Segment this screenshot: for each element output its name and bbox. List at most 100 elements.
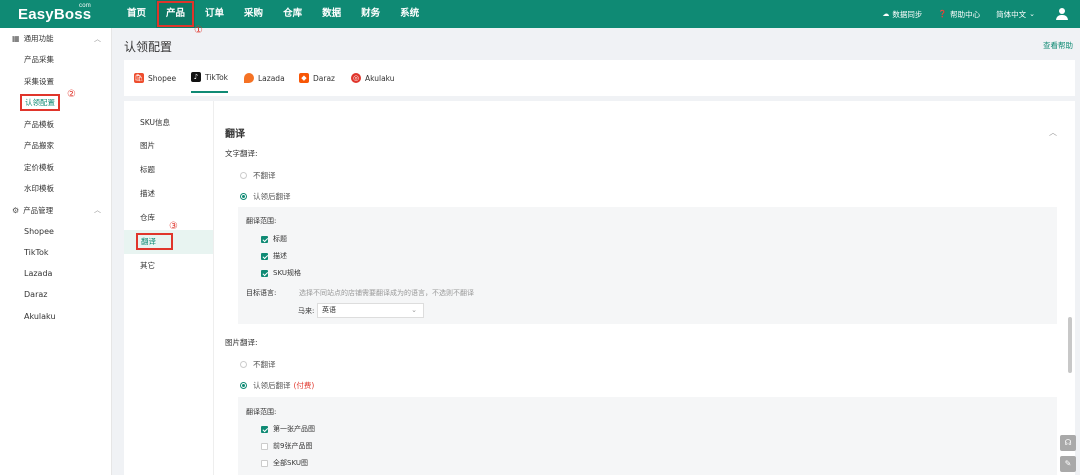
nav-system[interactable]: 系统 <box>390 0 429 28</box>
content-scrollbar[interactable] <box>1068 317 1072 373</box>
logo[interactable]: EasyBoss com <box>0 2 112 23</box>
subnav-label: 其它 <box>140 261 155 270</box>
sidebar-item-tiktok[interactable]: TikTok <box>0 242 111 263</box>
sidebar-item-label: 水印模板 <box>24 184 54 193</box>
sidebar-item-watermark-template[interactable]: 水印模板 <box>0 178 111 200</box>
tab-lazada[interactable]: Lazada <box>244 60 285 96</box>
malaysia-language-select[interactable]: 英语 ⌄ <box>317 303 424 318</box>
annotation-2: ② <box>67 89 76 100</box>
view-help-link[interactable]: 查看帮助 <box>1043 40 1073 51</box>
feedback-icon[interactable]: ✎ <box>1060 456 1076 472</box>
text-scope-sku-checkbox[interactable]: SKU规格 <box>261 268 301 278</box>
image-scope-first9-checkbox[interactable]: 前9张产品图 <box>261 441 312 451</box>
sidebar-item-daraz[interactable]: Daraz <box>0 284 111 305</box>
subnav-title[interactable]: 标题 <box>124 158 213 182</box>
sidebar-item-lazada[interactable]: Lazada <box>0 263 111 284</box>
checkbox-label: 标题 <box>273 235 287 243</box>
checkbox-box <box>261 269 268 277</box>
radio-label: 不翻译 <box>253 171 276 180</box>
subnav-sku-info[interactable]: SKU信息 <box>124 111 213 135</box>
subnav-label: SKU信息 <box>140 118 170 127</box>
platform-tabs: 🛍 Shopee ♪ TikTok Lazada ◆ Daraz ◎ Akula… <box>124 60 1075 96</box>
tab-tiktok[interactable]: ♪ TikTok <box>191 63 229 93</box>
checkbox-box <box>261 252 268 260</box>
customer-service-icon[interactable]: ☊ <box>1060 435 1076 451</box>
sidebar-group-product-label: 产品管理 <box>23 205 54 215</box>
sidebar-item-claim-config[interactable]: 认领配置 <box>0 92 111 114</box>
sidebar: ▦ 通用功能 ︿ 产品采集 采集设置 认领配置 产品模板 产品搬家 定价模板 水… <box>0 28 112 475</box>
image-translate-no-radio[interactable]: 不翻译 <box>240 359 276 370</box>
tiktok-note-icon: ♪ <box>191 72 201 82</box>
sidebar-item-product-template[interactable]: 产品模板 <box>0 114 111 136</box>
paid-tag: (付费) <box>293 381 315 390</box>
language-select[interactable]: 简体中文 ⌄ <box>996 9 1038 20</box>
sidebar-item-pricing-template[interactable]: 定价模板 <box>0 157 111 179</box>
subnav-label: 描述 <box>140 189 155 198</box>
tab-akulaku[interactable]: ◎ Akulaku <box>351 60 395 96</box>
data-sync-link[interactable]: ☁ 数据同步 <box>882 9 922 20</box>
help-center-link[interactable]: ❓ 帮助中心 <box>938 9 980 20</box>
sidebar-item-shopee[interactable]: Shopee <box>0 221 111 242</box>
nav-finance[interactable]: 财务 <box>351 0 390 28</box>
checkbox-label: 描述 <box>273 252 287 260</box>
checkbox-box <box>261 425 268 433</box>
nav-warehouse[interactable]: 仓库 <box>273 0 312 28</box>
tab-daraz[interactable]: ◆ Daraz <box>299 60 335 96</box>
radio-dot <box>240 382 247 389</box>
sidebar-group-product-management[interactable]: ⚙ 产品管理 ︿ <box>0 200 111 221</box>
subnav-label: 图片 <box>140 141 155 150</box>
tab-label: Shopee <box>148 73 177 83</box>
subnav-images[interactable]: 图片 <box>124 134 213 158</box>
radio-dot <box>240 193 247 200</box>
config-content: SKU信息 图片 标题 描述 仓库 翻译 其它 ③ 翻译 ︿ 文字翻译: 不翻译… <box>124 101 1075 475</box>
question-icon: ❓ <box>938 10 948 18</box>
text-translate-no-radio[interactable]: 不翻译 <box>240 170 276 181</box>
top-right-tools: ☁ 数据同步 ❓ 帮助中心 简体中文 ⌄ <box>866 0 1080 28</box>
nav-home[interactable]: 首页 <box>117 0 156 28</box>
collapse-chevron-icon[interactable]: ︿ <box>1049 127 1057 138</box>
sidebar-group-general[interactable]: ▦ 通用功能 ︿ <box>0 28 111 49</box>
sidebar-item-collect[interactable]: 产品采集 <box>0 49 111 71</box>
chevron-up-icon: ︿ <box>94 34 101 43</box>
tab-label: Akulaku <box>365 73 395 83</box>
image-scope-allsku-checkbox[interactable]: 全部SKU图 <box>261 458 308 468</box>
target-language-hint: 选择不同站点的店铺需要翻译成为的语言，不选则不翻译 <box>299 289 474 297</box>
nav-data[interactable]: 数据 <box>312 0 351 28</box>
image-translate-yes-radio[interactable]: 认领后翻译 (付费) <box>240 380 314 391</box>
image-scope-label: 翻译范围: <box>246 408 277 416</box>
nav-product[interactable]: 产品 <box>156 0 196 28</box>
lazada-heart-icon <box>244 73 254 83</box>
radio-label: 认领后翻译 <box>253 192 291 201</box>
image-translate-label: 图片翻译: <box>225 338 258 347</box>
text-scope-title-checkbox[interactable]: 标题 <box>261 234 287 244</box>
text-translate-yes-radio[interactable]: 认领后翻译 <box>240 191 291 202</box>
subnav-label: 标题 <box>140 165 155 174</box>
image-scope-first-checkbox[interactable]: 第一张产品图 <box>261 424 315 434</box>
sidebar-item-collect-settings[interactable]: 采集设置 <box>0 71 111 93</box>
subnav-description[interactable]: 描述 <box>124 182 213 206</box>
nav-purchase[interactable]: 采购 <box>234 0 273 28</box>
config-subnav: SKU信息 图片 标题 描述 仓库 翻译 其它 <box>124 101 213 475</box>
subnav-divider <box>213 101 214 475</box>
subnav-label: 仓库 <box>140 213 155 222</box>
tab-shopee[interactable]: 🛍 Shopee <box>134 60 176 96</box>
target-language-label: 目标语言: <box>246 289 277 297</box>
section-title: 翻译 <box>225 129 245 140</box>
subnav-translation[interactable]: 翻译 <box>124 230 213 254</box>
logo-domain: com <box>79 2 91 9</box>
user-icon[interactable] <box>1056 8 1068 20</box>
nav-orders[interactable]: 订单 <box>195 0 234 28</box>
tab-label: Lazada <box>258 73 285 83</box>
checkbox-label: 全部SKU图 <box>273 459 308 467</box>
sidebar-item-product-move[interactable]: 产品搬家 <box>0 135 111 157</box>
sidebar-item-label: 产品采集 <box>24 55 54 64</box>
sidebar-item-label: 产品模板 <box>24 119 54 129</box>
text-scope-description-checkbox[interactable]: 描述 <box>261 251 287 261</box>
subnav-other[interactable]: 其它 <box>124 254 213 278</box>
daraz-logo-icon: ◆ <box>299 73 309 83</box>
shopee-bag-icon: 🛍 <box>134 73 144 83</box>
tab-label: TikTok <box>205 72 229 82</box>
chevron-up-icon: ︿ <box>94 206 101 214</box>
sidebar-item-akulaku[interactable]: Akulaku <box>0 306 111 327</box>
text-translate-label: 文字翻译: <box>225 149 258 158</box>
